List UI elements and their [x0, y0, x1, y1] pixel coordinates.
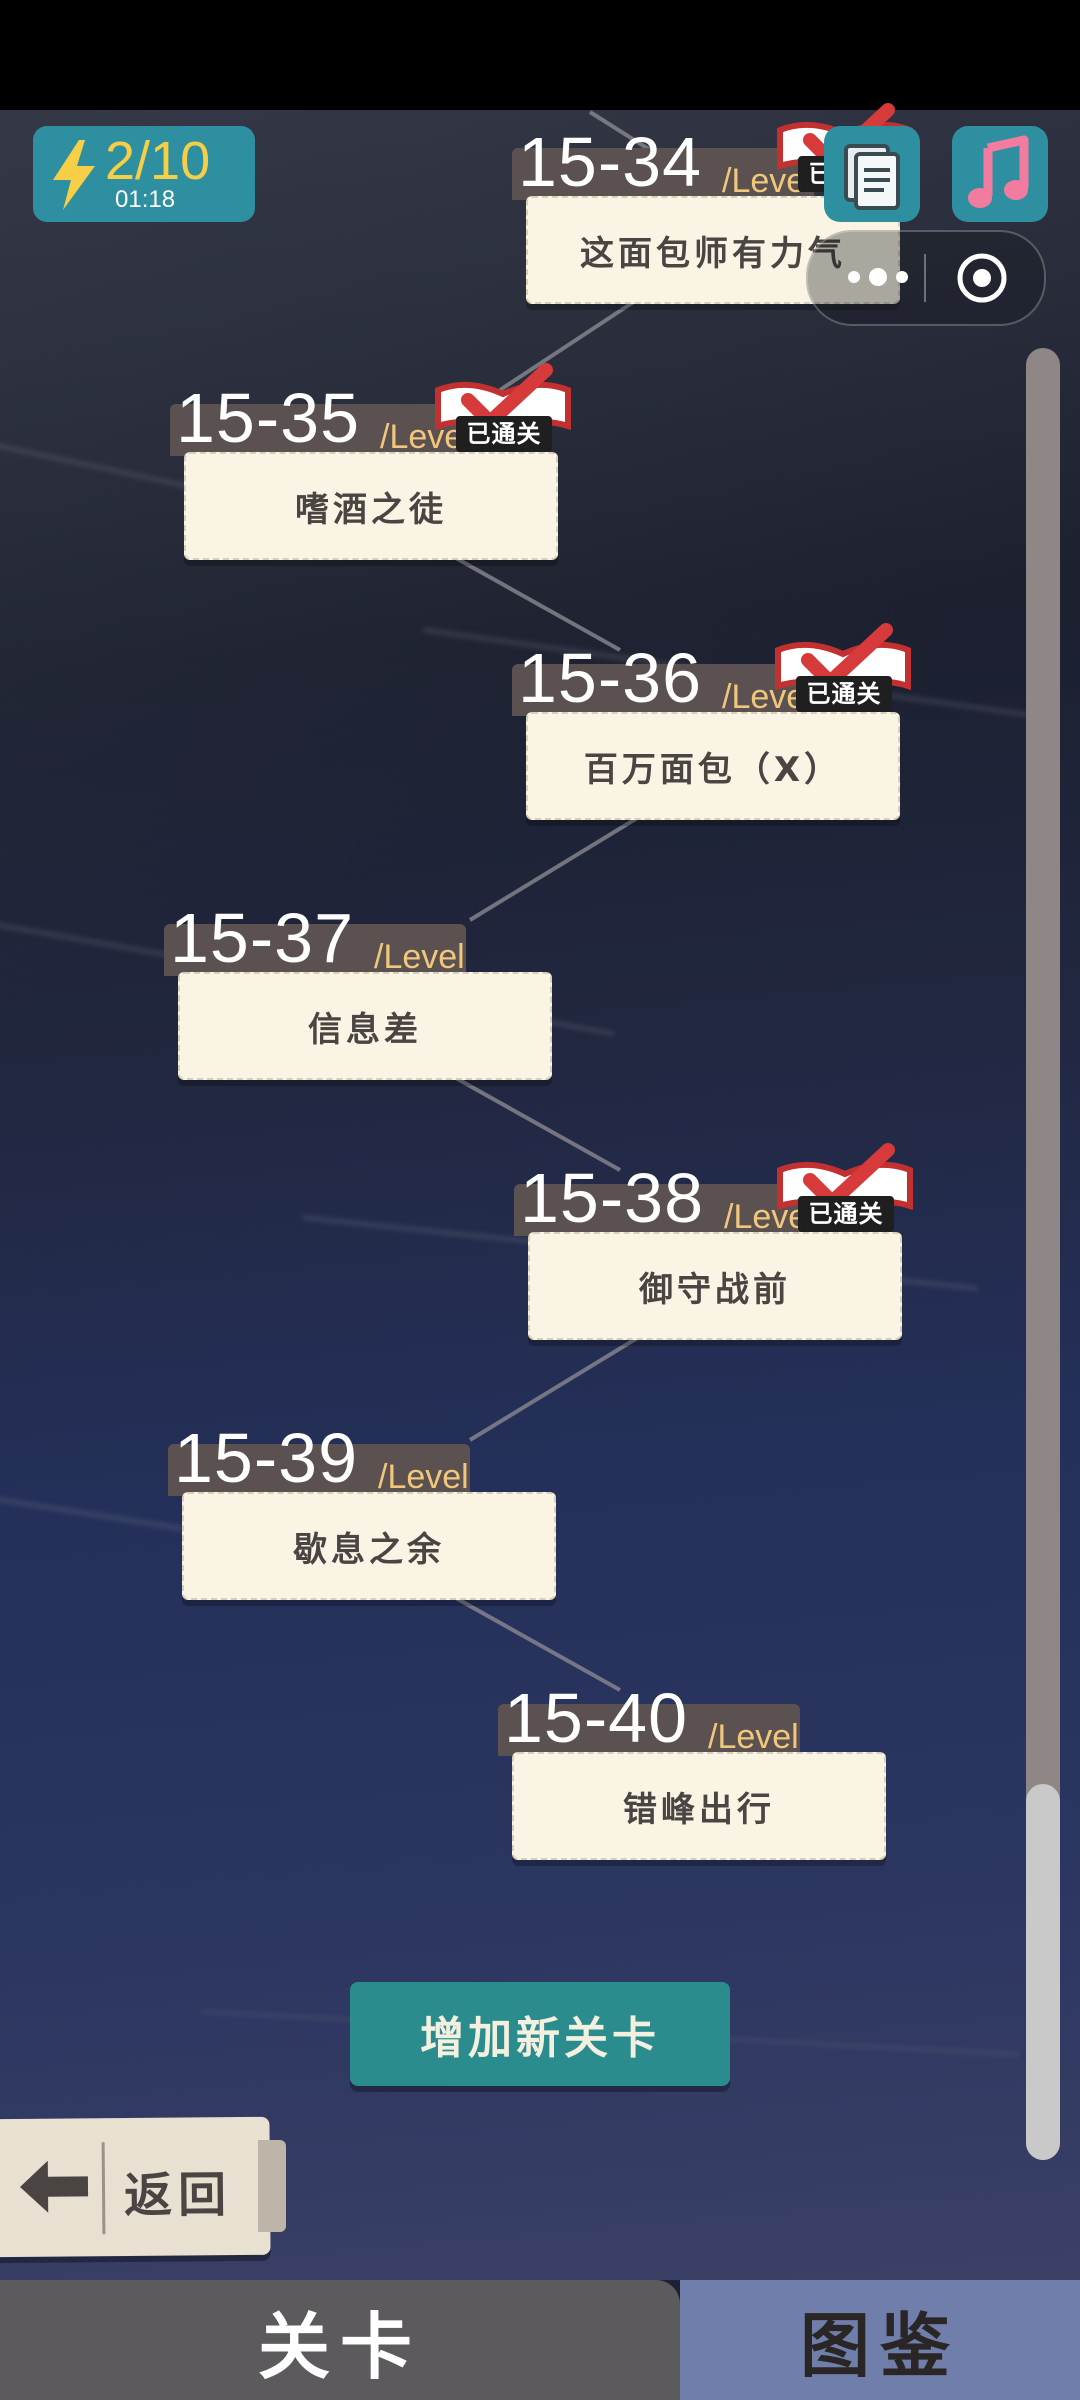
music-button[interactable]: [952, 126, 1048, 222]
tab-gallery[interactable]: 图鉴: [680, 2280, 1080, 2400]
level-number: 15-39: [174, 1419, 359, 1497]
level-title: 信息差: [308, 1009, 422, 1050]
cleared-badge: 已通关: [768, 620, 918, 730]
level-card-15-37[interactable]: 15-37 /Level 信息差: [164, 899, 554, 1084]
miniprogram-capsule: [806, 230, 1046, 326]
bottom-tab-bar: 关卡 图鉴: [0, 2280, 1080, 2400]
capsule-divider: [924, 254, 926, 302]
cleared-badge-label: 已通关: [796, 676, 892, 712]
level-title: 错峰出行: [623, 1789, 775, 1830]
level-number: 15-35: [176, 379, 361, 457]
back-button-tab: [258, 2140, 286, 2232]
cleared-badge-label: 已通关: [798, 1196, 894, 1232]
back-button-label: 返回: [123, 2167, 233, 2225]
notes-icon: [844, 144, 900, 210]
lightning-icon: [53, 140, 95, 210]
status-bar: [0, 0, 1080, 110]
level-title: 百万面包（X）: [583, 749, 843, 790]
cleared-badge-label: 已通关: [456, 416, 552, 452]
cleared-badge: 已通关: [428, 360, 578, 470]
level-number: 15-34: [518, 123, 703, 201]
level-number: 15-36: [518, 639, 703, 717]
energy-counter[interactable]: 2/10 01:18: [33, 126, 255, 222]
back-button[interactable]: 返回: [0, 2116, 271, 2258]
level-number: 15-40: [504, 1679, 689, 1757]
level-title-card: 信息差: [178, 972, 552, 1080]
level-title-card: 歇息之余: [182, 1492, 556, 1600]
cleared-badge: 已通关: [770, 1140, 920, 1250]
level-card-15-40[interactable]: 15-40 /Level 错峰出行: [498, 1679, 888, 1864]
level-title-card: 错峰出行: [512, 1752, 886, 1860]
level-number: 15-37: [170, 899, 355, 977]
level-card-15-39[interactable]: 15-39 /Level 歇息之余: [168, 1419, 558, 1604]
target-icon[interactable]: [954, 250, 1010, 306]
add-level-button[interactable]: 增加新关卡: [350, 1982, 730, 2086]
energy-value: 2/10: [105, 131, 211, 191]
arrow-left-icon: [19, 2160, 89, 2213]
back-button-divider: [101, 2142, 106, 2235]
level-title: 嗜酒之徒: [295, 489, 447, 530]
tab-levels[interactable]: 关卡: [0, 2280, 680, 2400]
level-title: 御守战前: [639, 1269, 791, 1310]
music-note-icon: [968, 135, 1029, 208]
energy-timer: 01:18: [115, 186, 176, 213]
level-number: 15-38: [520, 1159, 705, 1237]
more-dots-icon[interactable]: [838, 252, 918, 302]
scrollbar-thumb[interactable]: [1026, 1784, 1060, 2160]
level-title: 歇息之余: [293, 1529, 445, 1570]
notes-button[interactable]: [824, 126, 920, 222]
